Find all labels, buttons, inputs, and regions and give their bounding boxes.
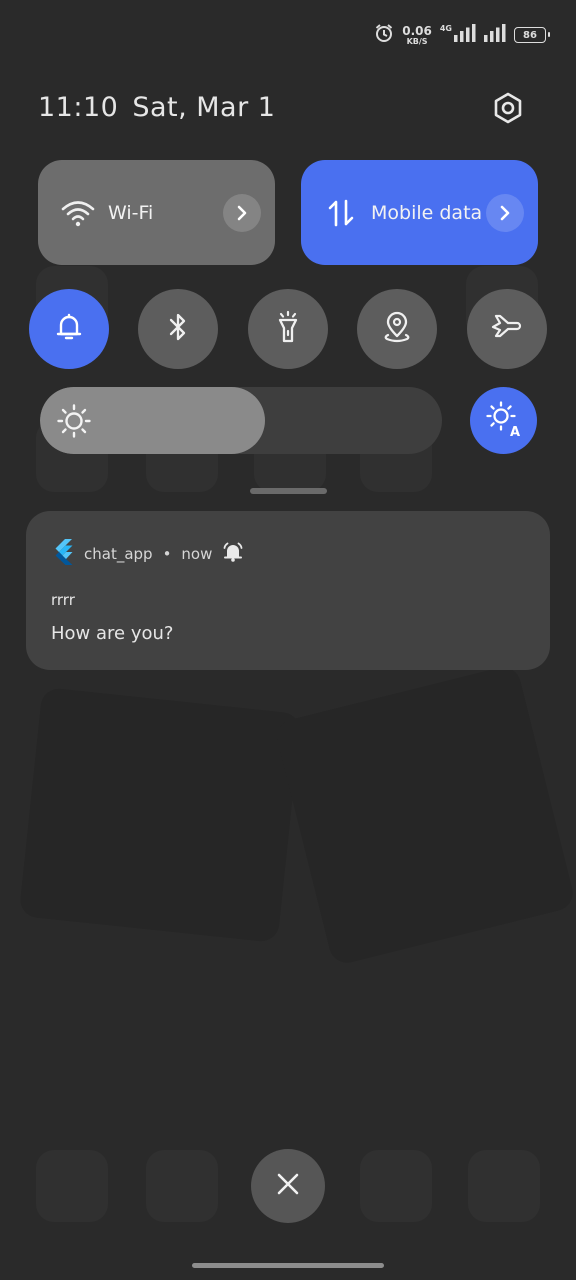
home-indicator[interactable]	[192, 1263, 384, 1268]
settings-button[interactable]	[488, 90, 528, 130]
mobile-data-expand-button[interactable]	[486, 193, 524, 232]
shade-header: 11:10 Sat, Mar 1	[38, 92, 275, 123]
alarm-icon	[374, 23, 394, 47]
bluetooth-icon	[167, 312, 189, 346]
bell-ring-icon	[222, 541, 244, 567]
notification-card[interactable]: chat_app • now rrrr How are you?	[26, 511, 550, 670]
flashlight-icon	[275, 310, 301, 348]
notification-time: now	[181, 545, 213, 563]
toggle-airplane[interactable]	[467, 289, 547, 369]
dock-app-ghost	[36, 1150, 108, 1222]
clear-all-button[interactable]	[251, 1149, 325, 1223]
mobile-data-label: Mobile data	[371, 201, 483, 224]
dock-app-ghost	[360, 1150, 432, 1222]
shade-drag-handle[interactable]	[250, 488, 327, 494]
toggle-flashlight[interactable]	[248, 289, 328, 369]
toggle-bluetooth[interactable]	[138, 289, 218, 369]
battery-icon: 86	[514, 27, 550, 43]
brightness-slider[interactable]	[40, 387, 442, 454]
airplane-icon	[490, 313, 524, 345]
mobile-data-tile[interactable]: Mobile data	[301, 160, 538, 265]
toggle-location[interactable]	[357, 289, 437, 369]
dock-app-ghost	[146, 1150, 218, 1222]
bell-icon	[54, 311, 84, 347]
location-icon	[382, 311, 412, 347]
auto-brightness-button[interactable]: A	[470, 387, 537, 454]
wifi-label: Wi-Fi	[108, 201, 154, 224]
notification-message: How are you?	[51, 623, 174, 644]
background-ghost	[273, 663, 576, 967]
notification-separator: •	[162, 545, 172, 563]
signal-icon	[454, 24, 476, 46]
network-type: 4G	[439, 24, 452, 33]
gear-icon	[492, 92, 524, 128]
notification-header: chat_app • now	[52, 539, 244, 569]
speed-value: 0.06	[402, 23, 432, 38]
clock: 11:10	[38, 92, 119, 123]
data-arrows-icon	[319, 191, 363, 235]
notification-app-name: chat_app	[84, 545, 153, 563]
battery-level: 86	[523, 29, 537, 41]
toggle-notifications[interactable]	[29, 289, 109, 369]
status-bar: 0.06 KB/S 4G 86	[374, 18, 550, 52]
date: Sat, Mar 1	[132, 92, 276, 123]
speed-unit: KB/S	[406, 36, 428, 46]
wifi-tile[interactable]: Wi-Fi	[38, 160, 275, 265]
wifi-icon	[56, 191, 100, 235]
network-speed: 0.06 KB/S	[402, 25, 432, 46]
flutter-icon	[52, 539, 74, 569]
close-icon	[275, 1171, 301, 1201]
background-ghost	[18, 687, 302, 943]
sun-icon	[56, 403, 92, 439]
notification-title: rrrr	[51, 591, 75, 609]
dock-app-ghost	[468, 1150, 540, 1222]
wifi-expand-button[interactable]	[223, 193, 261, 232]
svg-text:A: A	[510, 425, 520, 438]
signal-icon	[484, 24, 506, 46]
auto-brightness-icon: A	[485, 400, 523, 442]
